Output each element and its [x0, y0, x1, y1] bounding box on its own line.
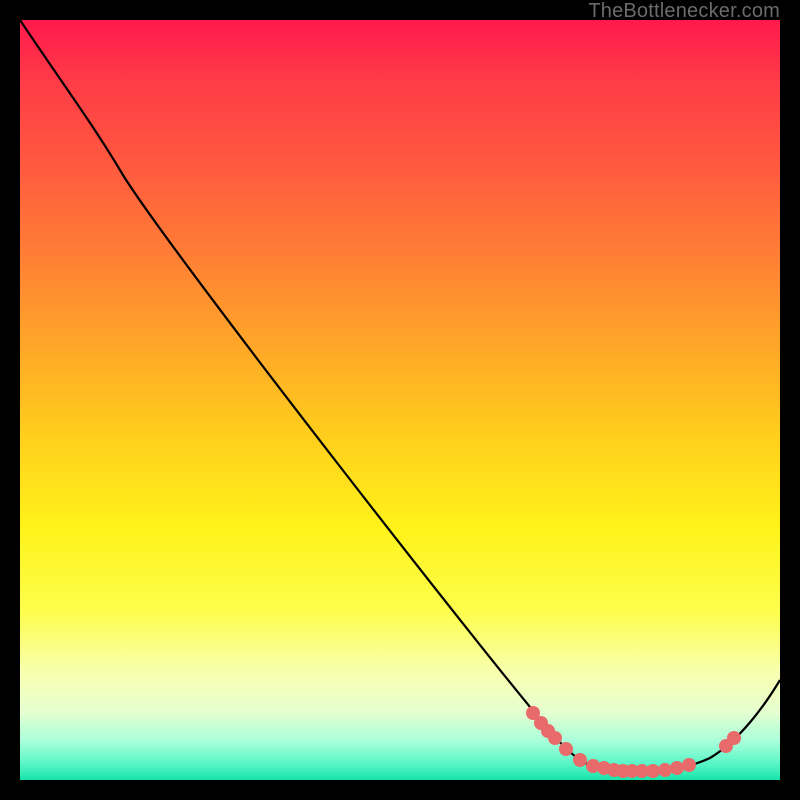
highlight-dots — [526, 706, 741, 778]
highlight-dot — [559, 742, 573, 756]
highlight-dot — [646, 764, 660, 778]
bottleneck-curve — [20, 20, 780, 772]
highlight-dot — [682, 758, 696, 772]
highlight-dot — [548, 731, 562, 745]
watermark-text: TheBottlenecker.com — [588, 0, 780, 23]
chart-stage: TheBottlenecker.com — [0, 0, 800, 800]
highlight-dot — [658, 763, 672, 777]
highlight-dot — [727, 731, 741, 745]
gradient-plot-area — [20, 20, 780, 780]
highlight-dot — [573, 753, 587, 767]
curve-layer — [20, 20, 780, 780]
highlight-dot — [670, 761, 684, 775]
